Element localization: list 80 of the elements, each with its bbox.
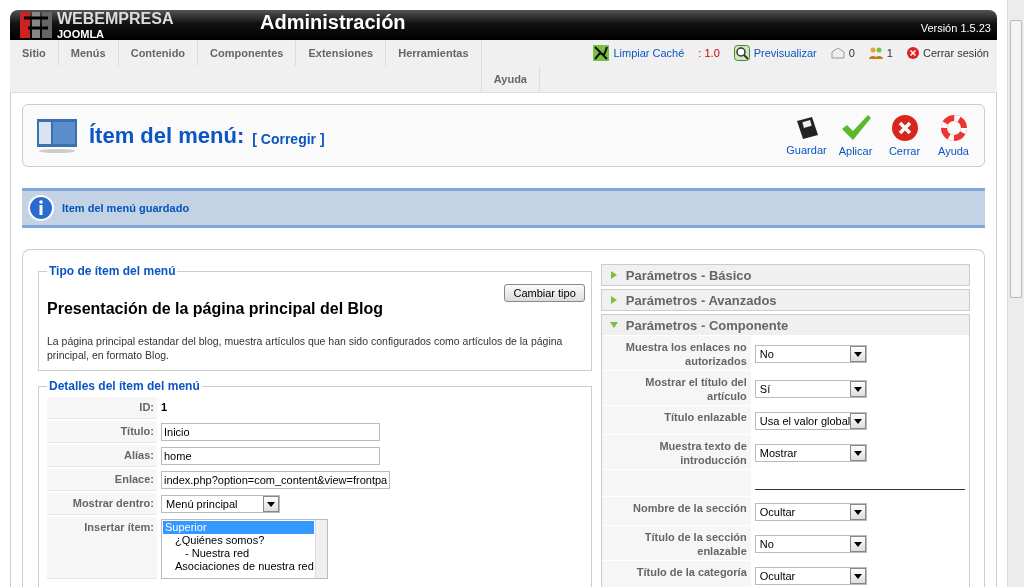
logo-icon [20, 10, 52, 40]
caret-icon [853, 386, 862, 392]
dropdown[interactable]: Sí [754, 380, 867, 398]
caret-icon [853, 573, 862, 579]
dropdown[interactable]: Menú principal [161, 495, 280, 513]
param-label: Título de la categoría [601, 561, 751, 587]
menu-item[interactable]: Contenido [118, 40, 199, 66]
toolbar-button[interactable]: Guardar [782, 115, 831, 156]
text-field[interactable]: Inicio [161, 423, 380, 441]
users-count[interactable]: 1 [868, 47, 893, 59]
param-label: Título enlazable [601, 406, 751, 434]
list-option[interactable]: - Nuestra red [163, 547, 314, 560]
panel-header[interactable]: Parámetros - Avanzados [601, 290, 969, 310]
section-legend: Tipo de ítem del menú [47, 264, 178, 278]
close-icon [890, 114, 919, 142]
status-link[interactable]: Previsualizar [733, 45, 817, 61]
section-legend: Detalles del ítem del menú [47, 379, 202, 393]
menu-item[interactable]: Sitio [10, 40, 59, 66]
scrollbar[interactable] [314, 520, 327, 578]
message-text: Item del menú guardado [62, 202, 190, 214]
text-field[interactable]: home [161, 447, 380, 465]
status-link[interactable]: Cerrar sesión [906, 47, 989, 59]
field-label: ID: [47, 397, 157, 419]
param-label: Muestra texto de introducción [601, 435, 751, 469]
version-text: : 1.0 [698, 47, 720, 59]
magnifier-icon [733, 45, 750, 61]
version-text: Versión 1.5.23 [920, 22, 991, 34]
toolbar-button[interactable]: Aplicar [831, 114, 880, 157]
toolbar-button[interactable]: Cerrar [880, 114, 929, 157]
param-label: Mostrar el título del artículo [601, 371, 751, 405]
caret-icon [854, 418, 863, 424]
caret-icon [267, 501, 275, 507]
lifebuoy-icon [939, 114, 968, 142]
param-label: Título de la sección enlazable [601, 526, 751, 560]
caret-icon [853, 351, 862, 357]
text-field[interactable]: index.php?option=com_content&view=frontpa [161, 471, 391, 489]
caret-icon [853, 541, 862, 547]
caret-icon [853, 509, 862, 515]
id-value: 1 [161, 400, 168, 415]
param-label: Muestra los enlaces no autorizados [601, 336, 751, 370]
messages-count[interactable]: 0 [830, 47, 855, 59]
field-label: Enlace: [47, 469, 157, 491]
list-option[interactable]: ¿Quiénes somos? [163, 534, 314, 547]
field-label: Mostrar dentro: [47, 493, 157, 515]
menu-page-icon [37, 118, 77, 153]
list-option[interactable]: Asociaciones de nuestra red [163, 560, 314, 573]
users-icon [868, 47, 883, 59]
broom-icon [593, 45, 610, 61]
close-icon [906, 47, 919, 59]
field-label: Insertar ítem: [47, 517, 157, 579]
menu-item[interactable]: Menús [58, 40, 119, 66]
menu-item[interactable]: Ayuda [480, 66, 540, 92]
page-title: Ítem del menú: [89, 122, 245, 149]
brand-name: WEBEMPRESA [57, 10, 174, 28]
menu-item[interactable]: Herramientas [386, 40, 482, 66]
scrollbar[interactable] [1007, 0, 1024, 587]
toolbar-button[interactable]: Ayuda [929, 114, 978, 157]
dropdown[interactable]: Ocultar [754, 567, 867, 585]
menu-item[interactable]: Extensiones [296, 40, 387, 66]
field-label: Título: [47, 421, 157, 443]
page-subtitle: [ Corregir ] [252, 130, 326, 147]
change-type-button[interactable]: Cambiar tipo [504, 284, 585, 302]
info-icon [28, 195, 54, 221]
header-title: Administración [260, 10, 407, 34]
dropdown[interactable]: Ocultar [754, 503, 867, 521]
caret-icon [853, 450, 862, 456]
list-box[interactable]: Superior ¿Quiénes somos? - Nuestra red Asociaciones de nuestra red [161, 519, 328, 579]
dropdown[interactable]: Mostrar [754, 444, 867, 462]
panel-header[interactable]: Parámetros - Componente [601, 315, 969, 335]
type-description: La página principal estandar del blog, muestra artículos que han sido configurados como artículos de la página principal, en formato Blog. [47, 334, 564, 362]
menu-item[interactable]: Componentes [198, 40, 297, 66]
type-heading: Presentación de la página principal del Blog [47, 300, 385, 318]
dropdown[interactable]: Usa el valor global [754, 412, 867, 430]
field-label: Alías: [47, 445, 157, 467]
brand-subtitle: JOOMLA [57, 28, 106, 40]
dropdown[interactable]: No [754, 535, 867, 553]
panel-header[interactable]: Parámetros - Básico [601, 265, 969, 285]
status-link[interactable]: Limpiar Caché [593, 45, 685, 61]
param-label: Nombre de la sección [601, 497, 751, 525]
dropdown[interactable]: No [754, 345, 867, 363]
